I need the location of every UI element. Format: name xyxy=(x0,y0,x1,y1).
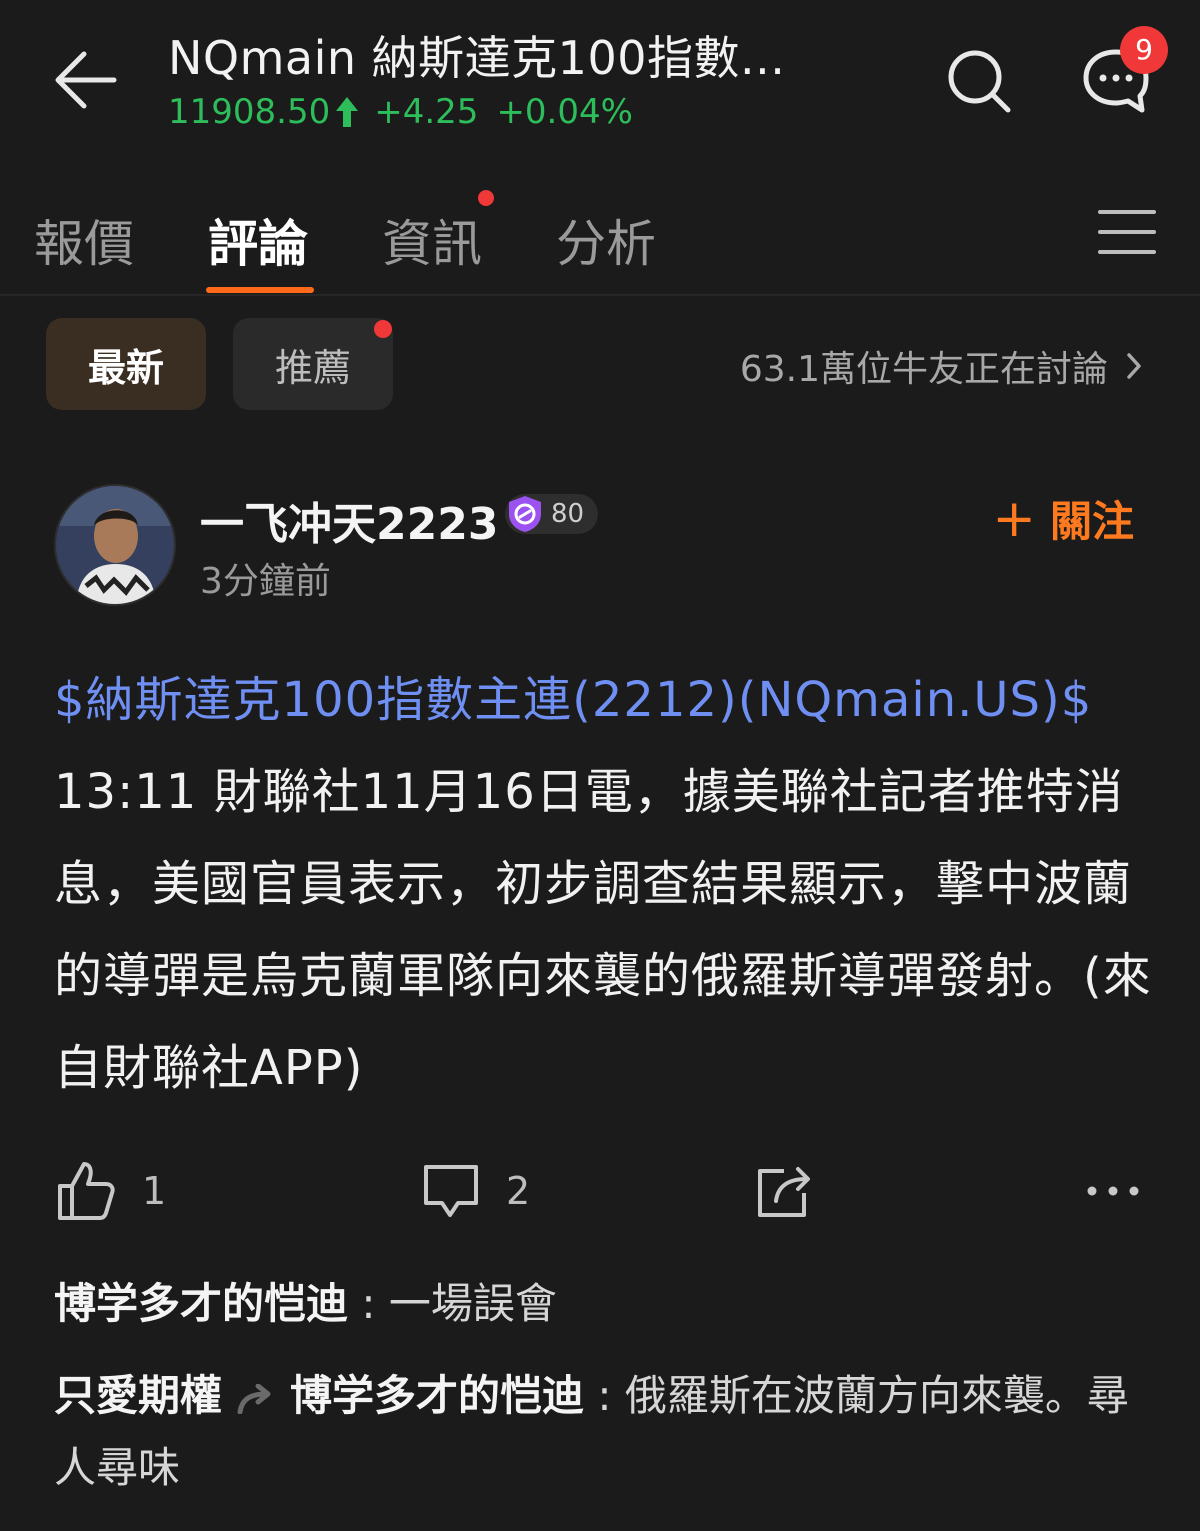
tab-quote[interactable]: 報價 xyxy=(34,204,134,276)
post-username[interactable]: 一飞冲天2223 xyxy=(200,488,498,552)
tab-news[interactable]: 資訊 xyxy=(382,204,482,276)
post-content: $納斯達克100指數主連(2212)(NQmain.US)$ 13:11 財聯社… xyxy=(54,654,1154,1114)
thumbs-up-icon xyxy=(58,1162,115,1220)
more-dots-icon xyxy=(1087,1186,1139,1196)
filter-latest-chip[interactable]: 最新 xyxy=(46,318,206,410)
comment-item[interactable]: 只愛期權 博学多才的恺迪 : 俄羅斯在波蘭方向來襲。尋人尋味 xyxy=(54,1360,1154,1504)
recommended-unread-dot xyxy=(374,320,392,338)
avatar-photo xyxy=(56,486,174,604)
discussion-count-link[interactable]: 63.1萬位牛友正在討論 xyxy=(740,340,1142,392)
user-level-badge: 80 xyxy=(505,494,599,534)
share-button[interactable] xyxy=(754,1156,812,1226)
user-level-value: 80 xyxy=(551,499,585,529)
user-avatar[interactable] xyxy=(54,484,176,606)
last-price: 11908.50 xyxy=(168,92,331,132)
like-button[interactable]: 1 xyxy=(56,1156,166,1226)
plus-icon: + xyxy=(992,488,1036,549)
comment-reply-to[interactable]: 博学多才的恺迪 xyxy=(290,1371,584,1420)
message-count-badge: 9 xyxy=(1120,26,1168,74)
comment-count: 2 xyxy=(506,1169,531,1213)
ticker-link[interactable]: $納斯達克100指數主連(2212)(NQmain.US)$ xyxy=(54,672,1092,728)
comment-icon xyxy=(424,1165,478,1217)
active-tab-indicator xyxy=(206,287,314,293)
follow-button[interactable]: + 關注 xyxy=(992,488,1134,549)
news-unread-dot xyxy=(478,190,494,206)
discussion-count-text: 63.1萬位牛友正在討論 xyxy=(739,349,1108,390)
share-icon xyxy=(758,1167,810,1217)
comment-button[interactable]: 2 xyxy=(422,1156,530,1226)
price-change-pct: +0.04% xyxy=(496,92,633,132)
level-shield-icon xyxy=(509,496,541,532)
price-change: +4.25 xyxy=(374,92,479,132)
chevron-right-icon xyxy=(1127,353,1141,379)
hamburger-menu-icon xyxy=(1098,210,1156,254)
comment-text: 一場誤會 xyxy=(388,1279,557,1328)
menu-button[interactable] xyxy=(1098,208,1156,256)
arrow-left-icon xyxy=(55,51,117,109)
follow-label: 關注 xyxy=(1049,497,1134,546)
tab-analysis[interactable]: 分析 xyxy=(556,204,656,276)
more-options-button[interactable] xyxy=(1084,1156,1142,1226)
comment-author[interactable]: 只愛期權 xyxy=(54,1371,222,1420)
comment-separator: : xyxy=(348,1279,389,1328)
post-time: 3分鐘前 xyxy=(200,561,331,602)
filter-recommended-chip[interactable]: 推薦 xyxy=(233,318,393,410)
price-quote: 11908.50 +4.25 +0.04% xyxy=(168,92,633,132)
search-icon xyxy=(948,50,1011,113)
post-text: 13:11 財聯社11月16日電，據美聯社記者推特消息，美國官員表示，初步調查結… xyxy=(54,764,1152,1096)
arrow-up-icon xyxy=(336,97,359,127)
reply-arrow-icon xyxy=(237,1383,271,1414)
page-title: NQmain 納斯達克100指數... xyxy=(168,31,786,85)
back-button[interactable] xyxy=(52,48,122,112)
comment-author[interactable]: 博学多才的恺迪 xyxy=(54,1279,348,1328)
search-button[interactable] xyxy=(944,46,1014,116)
tab-divider xyxy=(0,294,1200,296)
tab-comments[interactable]: 評論 xyxy=(208,204,308,276)
like-count: 1 xyxy=(142,1169,167,1213)
comment-item[interactable]: 博学多才的恺迪 : 一場誤會 xyxy=(54,1268,1154,1340)
comment-separator: : xyxy=(584,1371,625,1420)
